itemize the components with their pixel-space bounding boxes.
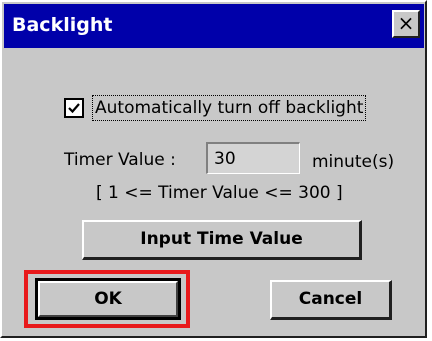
cancel-button[interactable]: Cancel <box>270 280 392 320</box>
timer-unit-label: minute(s) <box>312 152 395 172</box>
auto-off-checkbox-row[interactable]: Automatically turn off backlight <box>64 94 367 122</box>
auto-off-checkbox[interactable] <box>64 98 84 118</box>
ok-button[interactable]: OK <box>35 278 181 320</box>
input-time-value-button[interactable]: Input Time Value <box>82 220 362 260</box>
close-icon: × <box>397 11 415 35</box>
backlight-dialog: Backlight × Automatically turn off backl… <box>0 0 427 338</box>
timer-value-input[interactable] <box>206 142 300 174</box>
timer-value-label: Timer Value : <box>64 150 176 170</box>
close-button[interactable]: × <box>392 10 420 38</box>
title-bar: Backlight × <box>4 4 424 48</box>
auto-off-label[interactable]: Automatically turn off backlight <box>92 95 367 121</box>
checkmark-icon <box>68 103 80 114</box>
timer-range-label: [ 1 <= Timer Value <= 300 ] <box>96 183 343 203</box>
ok-button-label: OK <box>94 289 122 309</box>
dialog-title: Backlight <box>12 14 113 36</box>
